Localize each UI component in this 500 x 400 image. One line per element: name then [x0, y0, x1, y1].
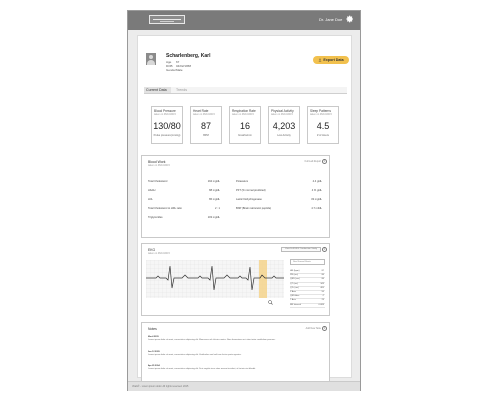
export-icon — [318, 57, 322, 63]
gear-icon[interactable] — [346, 15, 354, 23]
collapse-icon[interactable]: × — [322, 247, 327, 252]
ekg-highlight — [259, 260, 267, 298]
note-item: Apr 25 2014 Lorem ipsum dolor sit amet, … — [148, 365, 256, 370]
note-item: Jan 12 2015 Lorem ipsum dolor sit amet, … — [148, 351, 242, 356]
panel-title: Notes — [148, 327, 157, 331]
card-value: 4.5 — [316, 121, 330, 131]
ekg-waveform[interactable] — [146, 260, 284, 298]
patient-field-gender: GenderMale — [166, 68, 183, 72]
card-value: 87 — [200, 121, 211, 131]
lab-row: LDL 86 mg/dL — [148, 198, 220, 201]
lab-row: Lactic Dehydrogenase 33 mg/dL — [236, 198, 322, 201]
patient-name: Scharlenberg, Karl — [166, 53, 211, 59]
card-heart-rate[interactable]: Heart Rate taken on 06/10/2015 87 BPM — [190, 106, 222, 144]
app-window: Dr. Jane Doe Scharlenberg, Karl Age 67 DO… — [127, 10, 361, 391]
view-full-ekg-button[interactable]: View Full EKG Conduction Study — [281, 247, 321, 252]
lab-row: Total Cholesterol to HDL ratio 2 : 1 — [148, 207, 220, 210]
note-item: Mar 4 2015 Lorem ipsum dolor sit amet, c… — [148, 336, 276, 341]
top-bar: Dr. Jane Doe — [128, 11, 360, 30]
collapse-icon[interactable]: × — [322, 326, 327, 331]
lab-row: Total Cholesterol 194 mg/dL — [148, 180, 220, 183]
table-row: RR Interval 0.689 — [290, 304, 325, 308]
ekg-measurements: HR (bpm) 87 PR (ms) 86 QRS (ms) 86 QT (ms) 3… — [290, 270, 325, 308]
card-respiration-rate[interactable]: Respiration Rate taken on 06/10/2015 16 … — [229, 106, 261, 144]
card-sleep-patterns[interactable]: Sleep Patterns taken on 06/10/2015 4.5 #… — [307, 106, 339, 144]
lab-row: PFT (% normal predicted) 4 % g/dL — [236, 189, 322, 192]
zoom-icon[interactable] — [268, 300, 273, 305]
footer: Vitals® - Lorem ipsum dolor. All rights … — [128, 381, 360, 391]
lab-row: Triglycerides 103 mg/dL — [148, 216, 220, 219]
ekg-panel: EKG taken on 06/10/2015 View Full EKG Co… — [141, 243, 330, 316]
full-lab-report-link[interactable]: Full Lab Report — [305, 160, 321, 163]
blood-work-panel: Blood Work taken on 06/10/2015 Full Lab … — [141, 155, 330, 238]
vitals-cards: Blood Pressure taken on 06/10/2015 130/8… — [151, 106, 341, 144]
card-value: 16 — [239, 121, 250, 131]
lab-row: HbA1c 88 mg/dL — [148, 189, 220, 192]
user-name[interactable]: Dr. Jane Doe — [319, 17, 342, 22]
tab-current-data[interactable]: Current Data — [144, 87, 171, 93]
card-physical-activity[interactable]: Physical Activity taken on 06/10/2015 4,… — [268, 106, 300, 144]
notes-panel: Notes Add New Note × Mar 4 2015 Lorem ip… — [141, 322, 330, 382]
export-data-button[interactable]: Export Data — [313, 56, 349, 64]
add-note-link[interactable]: Add New Note — [306, 327, 321, 330]
tab-bar: Current Data Trends — [144, 87, 347, 94]
beats-dropdown[interactable]: Non Normal Beats — [290, 259, 325, 265]
card-value: 4,203 — [272, 121, 296, 131]
card-blood-pressure[interactable]: Blood Pressure taken on 06/10/2015 130/8… — [151, 106, 183, 144]
card-value: 130/80 — [153, 121, 181, 131]
tab-trends[interactable]: Trends — [174, 87, 189, 93]
lab-row: Potassium 4.4 g/dL — [236, 180, 322, 183]
patient-avatar — [146, 53, 156, 65]
lab-row: BNP (Brain natriuretic peptide) 4.7 ml/dL — [236, 207, 322, 210]
logo[interactable] — [149, 15, 185, 24]
collapse-icon[interactable]: × — [322, 159, 327, 164]
